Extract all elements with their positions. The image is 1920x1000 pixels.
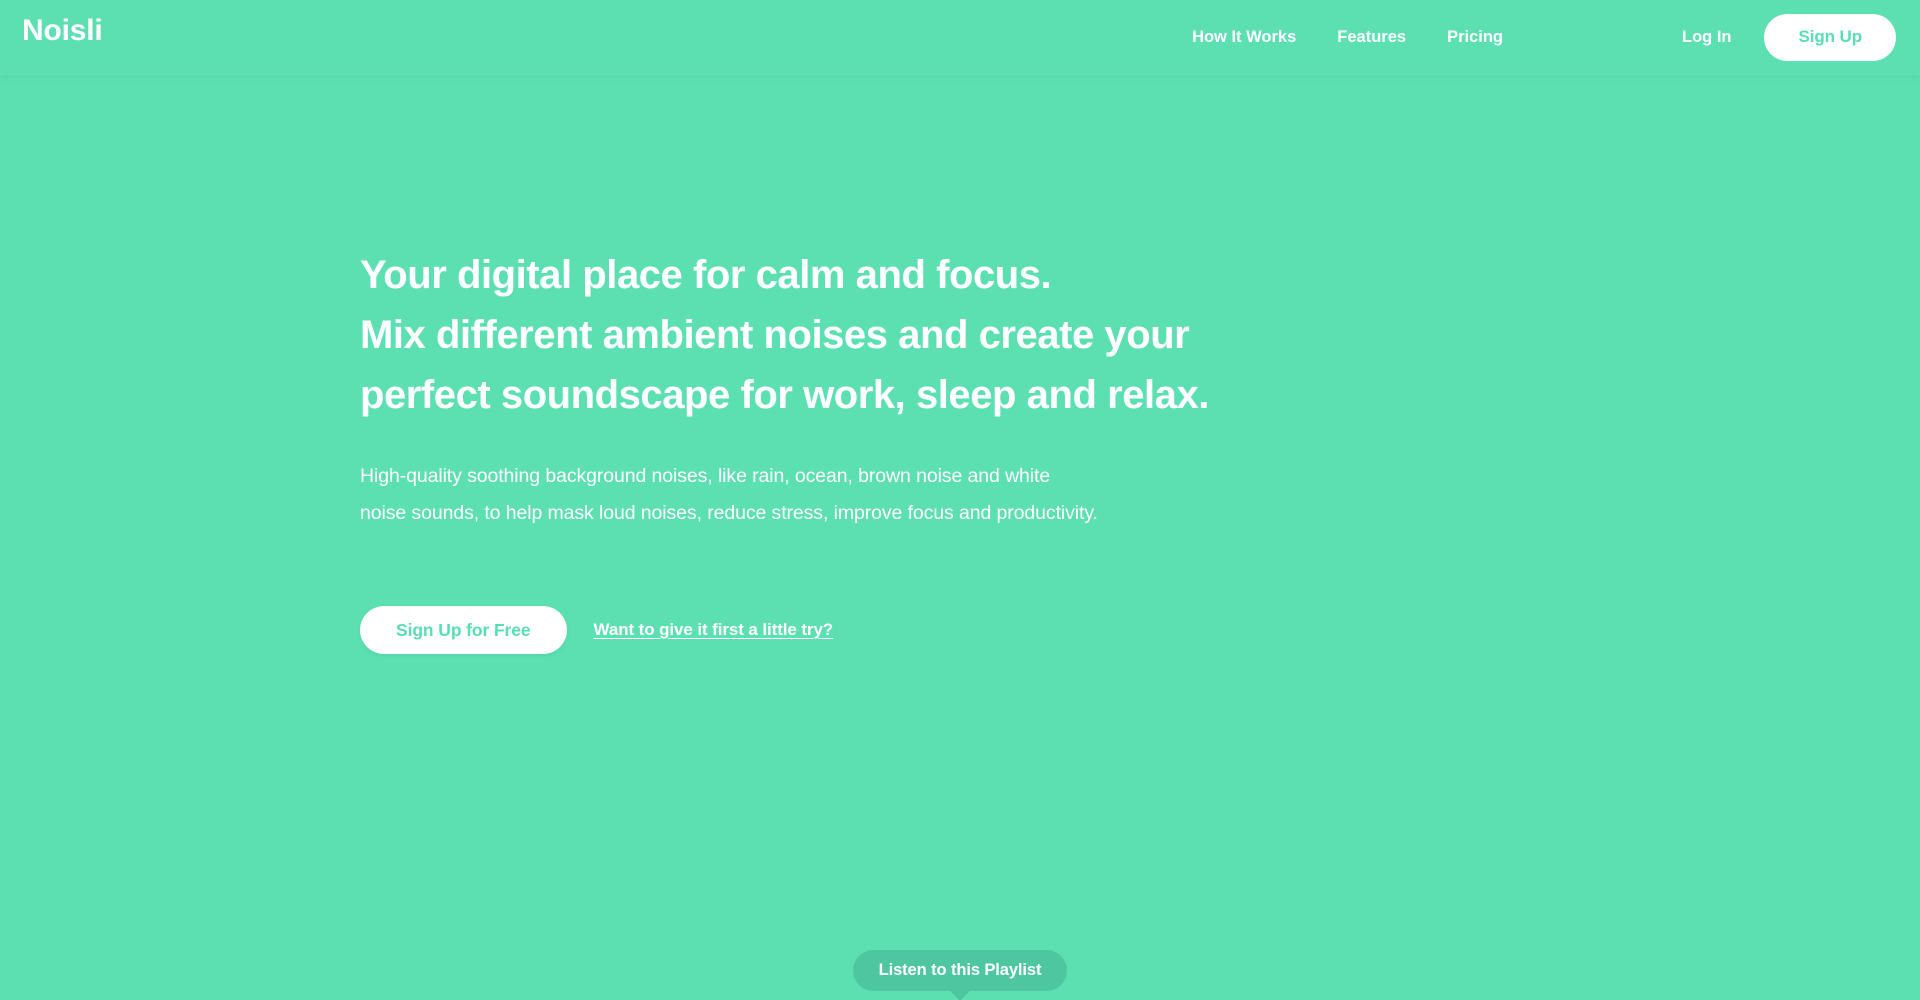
subheading-line-2: noise sounds, to help mask loud noises, …	[360, 502, 1098, 524]
hero-section: Your digital place for calm and focus. M…	[0, 74, 1920, 1000]
signup-for-free-button[interactable]: Sign Up for Free	[360, 606, 567, 654]
auth-actions: Log In Sign Up	[1682, 0, 1896, 74]
nav-item-pricing[interactable]: Pricing	[1447, 29, 1503, 46]
subheading-line-1: High-quality soothing background noises,…	[360, 465, 1051, 487]
headline-line-2: Mix different ambient noises and create …	[360, 313, 1190, 357]
hero-cta-row: Sign Up for Free Want to give it first a…	[360, 606, 1360, 654]
hero-content: Your digital place for calm and focus. M…	[360, 245, 1360, 654]
headline-line-3: perfect soundscape for work, sleep and r…	[360, 373, 1209, 417]
main-navigation: How It Works Features Pricing	[1192, 0, 1503, 74]
site-header: Noisli How It Works Features Pricing Log…	[0, 0, 1920, 74]
headline-line-1: Your digital place for calm and focus.	[360, 253, 1052, 297]
try-it-first-link[interactable]: Want to give it first a little try?	[594, 620, 834, 640]
brand-logo[interactable]: Noisli	[22, 16, 103, 46]
nav-item-features[interactable]: Features	[1337, 29, 1406, 46]
listen-to-playlist-tooltip[interactable]: Listen to this Playlist	[852, 950, 1068, 991]
hero-subheading: High-quality soothing background noises,…	[360, 458, 1290, 532]
playlist-tooltip-container: Listen to this Playlist	[0, 950, 1920, 991]
page-title: Your digital place for calm and focus. M…	[360, 245, 1360, 425]
signup-button[interactable]: Sign Up	[1764, 13, 1896, 61]
nav-item-how-it-works[interactable]: How It Works	[1192, 29, 1296, 46]
login-link[interactable]: Log In	[1682, 29, 1731, 46]
